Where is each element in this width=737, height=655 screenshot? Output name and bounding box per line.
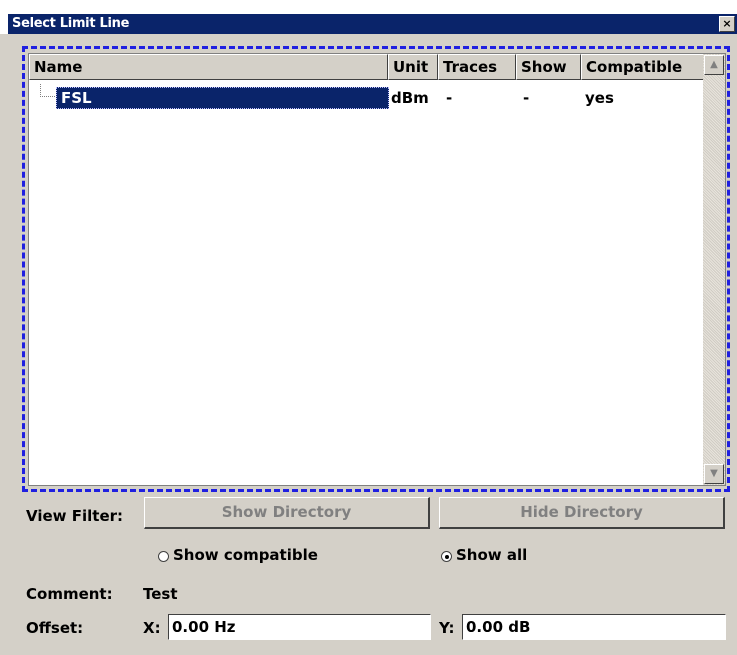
tree-connector-icon: [40, 84, 55, 97]
view-filter-label: View Filter:: [26, 507, 124, 525]
offset-y-input[interactable]: 0.00 dB: [462, 614, 726, 640]
scroll-down-icon[interactable]: ▼: [704, 464, 724, 484]
vertical-scrollbar[interactable]: ▲ ▼: [703, 54, 725, 485]
column-header-show[interactable]: Show: [516, 54, 581, 80]
window-title: Select Limit Line: [12, 16, 130, 31]
show-compatible-radio[interactable]: [158, 551, 169, 562]
offset-x-input[interactable]: 0.00 Hz: [168, 614, 431, 640]
show-all-radio[interactable]: [441, 551, 452, 562]
title-bar: Select Limit Line ×: [0, 0, 737, 34]
row-name-cell[interactable]: FSL: [56, 87, 389, 109]
show-directory-button[interactable]: Show Directory: [144, 497, 430, 529]
column-header-compatible[interactable]: Compatible: [581, 54, 704, 80]
offset-x-label: X:: [143, 619, 161, 637]
show-compatible-label[interactable]: Show compatible: [173, 546, 318, 564]
select-limit-line-dialog: Select Limit Line × Name Unit Traces Sho…: [0, 0, 737, 655]
hide-directory-button[interactable]: Hide Directory: [439, 497, 725, 529]
row-compatible: yes: [585, 89, 614, 107]
scroll-up-icon[interactable]: ▲: [704, 55, 724, 75]
row-name-text: FSL: [61, 89, 92, 107]
offset-y-label: Y:: [439, 619, 455, 637]
row-show: -: [523, 89, 530, 107]
offset-label: Offset:: [26, 619, 84, 637]
comment-label: Comment:: [26, 585, 113, 603]
title-bar-strip: Select Limit Line: [8, 14, 737, 34]
offset-x-value: 0.00 Hz: [172, 618, 236, 636]
row-traces: -: [446, 89, 453, 107]
close-button[interactable]: ×: [719, 16, 735, 32]
column-header-traces[interactable]: Traces: [438, 54, 516, 80]
column-header-name[interactable]: Name: [29, 54, 388, 80]
column-header-unit[interactable]: Unit: [388, 54, 438, 80]
comment-value: Test: [143, 585, 178, 603]
limit-line-table[interactable]: Name Unit Traces Show Compatible FSL dBm…: [28, 53, 726, 486]
show-all-label[interactable]: Show all: [456, 546, 527, 564]
row-unit: dBm: [391, 89, 429, 107]
offset-y-value: 0.00 dB: [466, 618, 531, 636]
